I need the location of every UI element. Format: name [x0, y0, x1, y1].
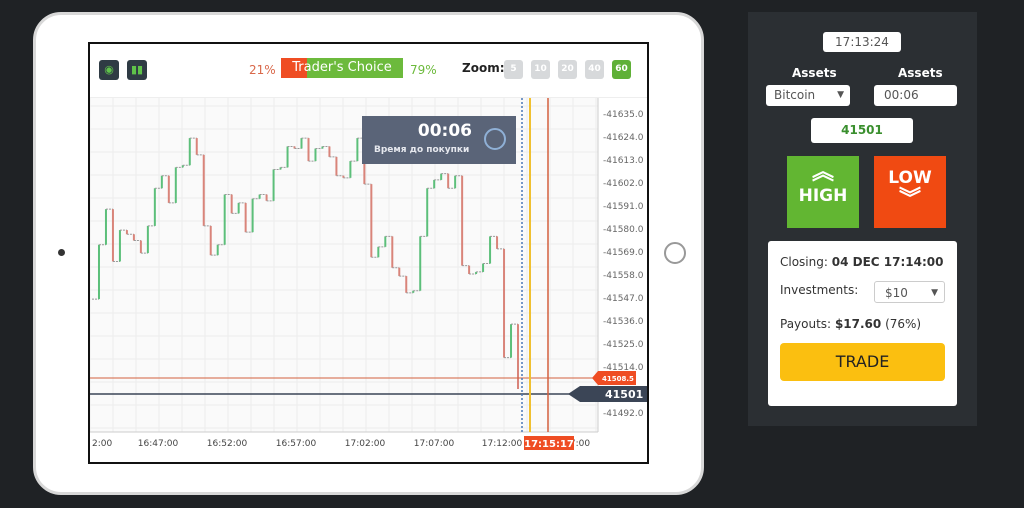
y-tick-label: -41547.0 [603, 294, 644, 304]
chart-screen: ◉ ▮▮ 21% Trader's Choice 79% Zoom: 5 10 20… [88, 42, 649, 464]
x-tick-label: 16:47:00 [138, 439, 179, 449]
order-card: Closing: 04 DEC 17:14:00 Investments: $1… [768, 241, 957, 406]
expiry-label: 17:15:17 [524, 439, 574, 450]
x-tick-label: 2:00 [92, 439, 112, 449]
y-tick-label: -41602.0 [603, 179, 644, 189]
y-tick-label: -41624.0 [603, 133, 644, 143]
x-tick-label: 17:07:00 [414, 439, 455, 449]
timer-value: 00:06 [417, 121, 472, 141]
high-label: HIGH [798, 186, 848, 206]
assets-label-2: Assets [898, 66, 943, 80]
x-tick-label: 16:57:00 [276, 439, 317, 449]
investments-label: Investments: [780, 283, 859, 297]
y-tick-label: -41569.0 [603, 248, 644, 258]
timer-caption: Время до покупки [374, 145, 470, 155]
y-tick-label: -41591.0 [603, 202, 644, 212]
asset-value: Bitcoin [774, 88, 816, 102]
price-chart[interactable]: -41635.0 -41624.0 -41613.0 -41602.0 -41591.0… [90, 44, 649, 464]
payout-percent: (76%) [885, 317, 922, 331]
x-tick-label: 17:02:00 [345, 439, 386, 449]
closing-value: 04 DEC 17:14:00 [831, 255, 944, 269]
home-button [664, 242, 686, 264]
payout-value: $17.60 [834, 317, 882, 331]
y-tick-label: -41580.0 [603, 225, 644, 235]
y-tick-label: -41525.0 [603, 340, 644, 350]
payouts-label: Payouts: [780, 317, 832, 331]
assets-label: Assets [792, 66, 837, 80]
low-button[interactable]: LOW ︾ [874, 156, 946, 228]
camera-dot [58, 249, 65, 256]
closing-label: Closing: [780, 255, 828, 269]
double-chevron-up-icon: ︽ [811, 160, 834, 185]
current-price: 41501 [811, 118, 913, 143]
high-button[interactable]: ︽ HIGH [787, 156, 859, 228]
investment-value: $10 [885, 286, 908, 300]
y-tick-label: -41536.0 [603, 317, 644, 327]
y-tick-label: -41635.0 [603, 110, 644, 120]
stopwatch-icon [484, 128, 506, 150]
x-tick-label: 16:52:00 [207, 439, 248, 449]
double-chevron-down-icon: ︾ [898, 187, 921, 212]
low-label: LOW [888, 168, 932, 188]
server-time: 17:13:24 [823, 32, 901, 52]
purchase-timer: 00:06 Время до покупки [362, 116, 516, 164]
countdown-field[interactable]: 00:06 [874, 85, 957, 106]
y-tick-label: -41558.0 [603, 271, 644, 281]
trade-button[interactable]: TRADE [780, 343, 945, 381]
asset-select[interactable]: Bitcoin ▼ [766, 85, 850, 106]
y-tick-label: -41492.0 [603, 409, 644, 419]
trade-panel: 17:13:24 Assets Assets Bitcoin ▼ 00:06 41… [748, 12, 977, 426]
current-price-label: 41501 [605, 388, 643, 401]
strike-label: 41508.5 [602, 375, 634, 383]
investment-select[interactable]: $10 ▼ [874, 281, 945, 303]
chevron-down-icon: ▼ [837, 90, 844, 100]
y-tick-label: -41613.0 [603, 156, 644, 166]
x-tick-label: 17:12:00 [482, 439, 523, 449]
chevron-down-icon: ▼ [931, 288, 938, 298]
